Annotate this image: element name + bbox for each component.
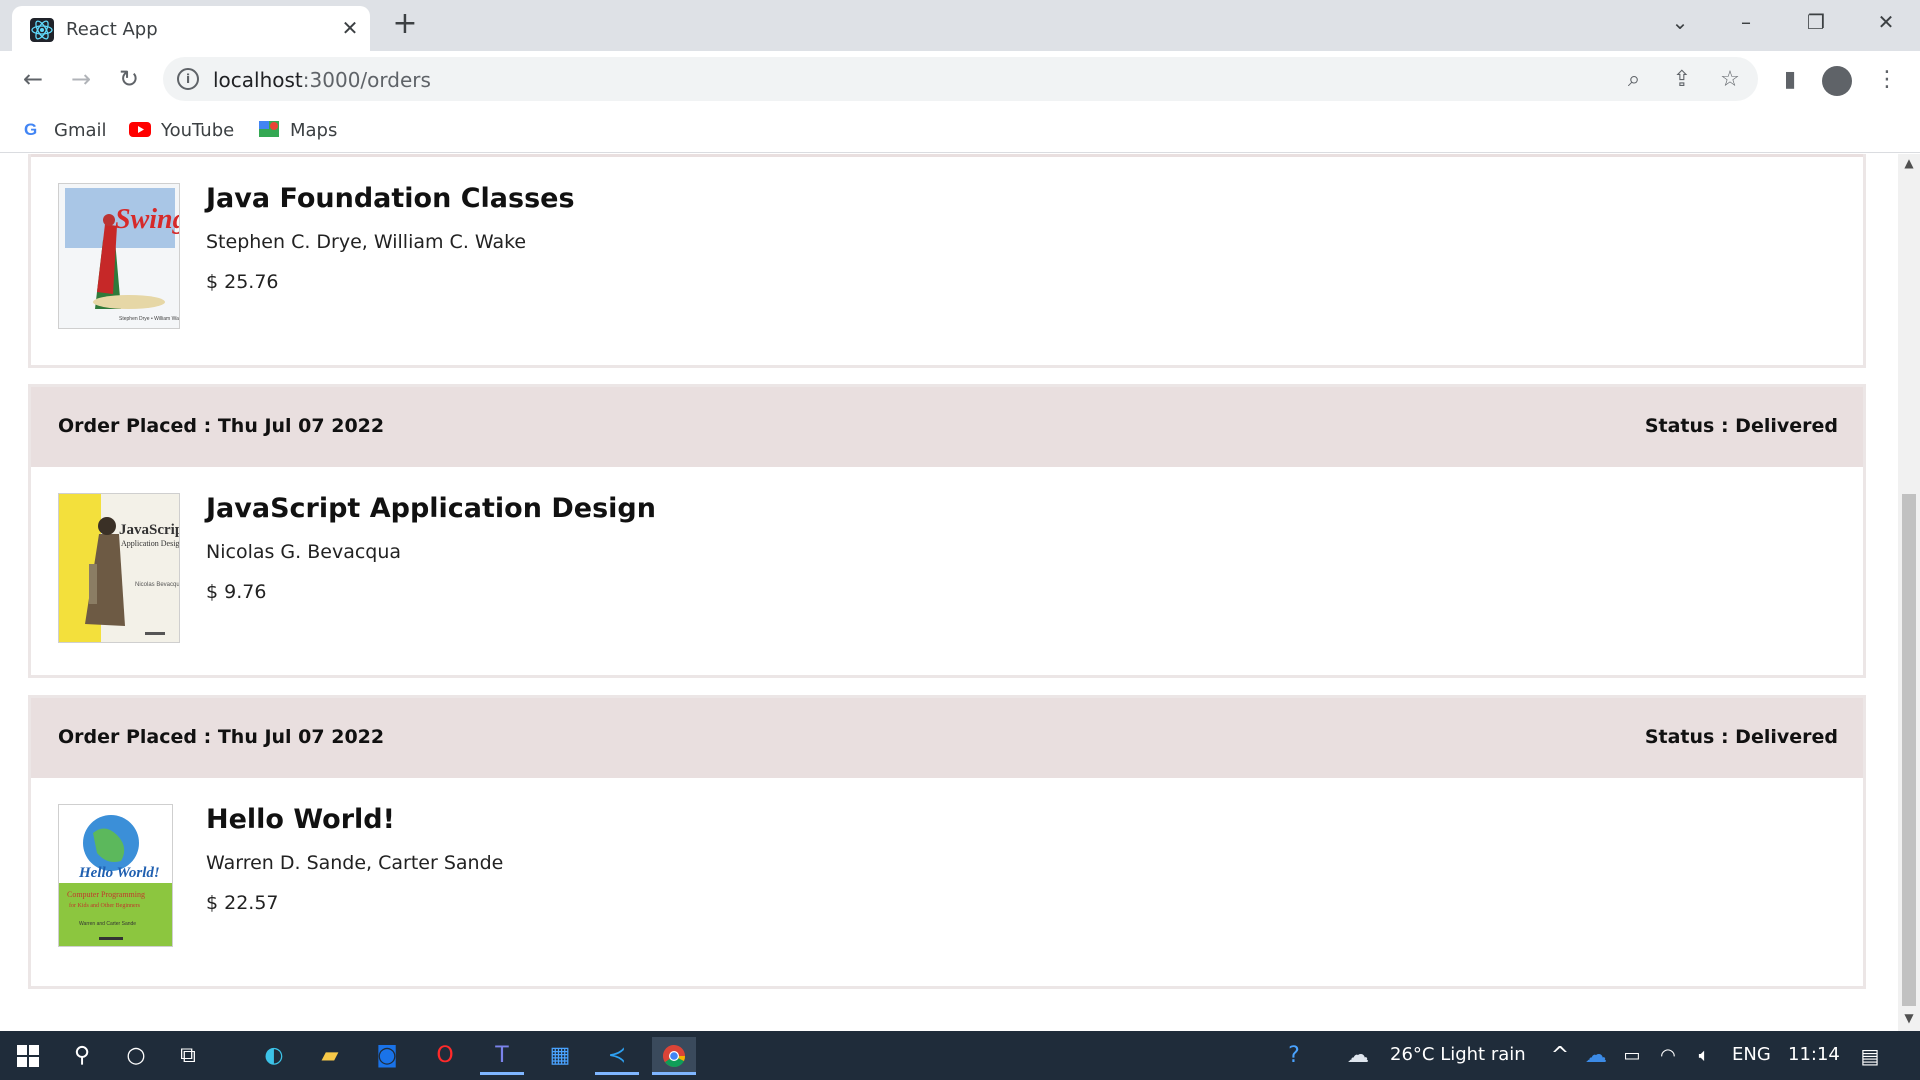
svg-text:Computer Programming: Computer Programming [67,890,145,899]
side-panel-icon[interactable]: ▮ [1773,63,1807,97]
book-cover[interactable]: Hello World! Computer Programming for Ki… [58,804,173,947]
outlook-icon[interactable]: ◙ [365,1037,409,1075]
share-icon[interactable]: ⇪ [1667,65,1697,95]
page-scrollbar[interactable]: ▲ ▼ [1898,154,1920,1031]
tab-strip: React App ✕ + ⌄ – ❐ ✕ [0,0,1920,51]
book-cover[interactable]: Swing Stephen Drye • William Wake [58,183,180,329]
reload-icon[interactable]: ↻ [112,62,146,96]
react-icon [30,18,54,42]
order-status: Status : Delivered [1644,726,1838,748]
url-text[interactable]: localhost:3000/orders [213,68,431,92]
bookmark-maps[interactable]: Maps [258,115,348,145]
order-card: Order Placed : Thu Jul 07 2022 Status : … [28,695,1866,989]
order-date: Order Placed : Thu Jul 07 2022 [58,726,385,748]
order-card: Order Placed : Thu Jul 07 2022 Status : … [28,384,1866,678]
book-cover[interactable]: JavaScript Application Design Nicolas Be… [58,493,180,643]
book-authors: Nicolas G. Bevacqua [206,541,402,563]
browser-toolbar: ← → ↻ i localhost:3000/orders ⌕ ⇪ ☆ ▮ ⋮ [0,51,1920,107]
order-header: Order Placed : Thu Jul 07 2022 Status : … [31,698,1863,778]
menu-dots-icon[interactable]: ⋮ [1870,63,1904,97]
order-date: Order Placed : Thu Jul 07 2022 [58,415,385,437]
help-icon[interactable]: ? [1272,1037,1316,1075]
youtube-icon [129,119,151,139]
order-header: Order Placed : Thu Jul 07 2022 Status : … [31,387,1863,467]
svg-text:Nicolas Bevacqua: Nicolas Bevacqua [135,582,180,588]
chrome-icon[interactable] [652,1037,696,1075]
scroll-down-arrow-icon[interactable]: ▼ [1898,1011,1920,1029]
window-close-icon[interactable]: ✕ [1866,4,1906,40]
svg-text:Application Design: Application Design [121,539,180,548]
minimize-icon[interactable]: – [1726,4,1766,40]
svg-text:Hello World!: Hello World! [78,865,160,881]
svg-text:Swing: Swing [115,204,180,235]
book-authors: Stephen C. Drye, William C. Wake [206,231,527,253]
plus-icon[interactable]: + [389,9,421,41]
file-explorer-icon[interactable]: ▰ [308,1037,352,1075]
zoom-icon[interactable]: ⌕ [1619,65,1649,95]
star-icon[interactable]: ☆ [1715,65,1745,95]
book-title: Java Foundation Classes [206,183,575,214]
forward-arrow-icon[interactable]: → [64,62,98,96]
book-authors: Warren D. Sande, Carter Sande [206,852,504,874]
scroll-up-arrow-icon[interactable]: ▲ [1898,156,1920,174]
scrollbar-thumb[interactable] [1902,494,1916,1006]
cortana-icon[interactable]: ○ [114,1037,158,1075]
close-icon[interactable]: ✕ [336,14,364,42]
page-viewport: Swing Stephen Drye • William Wake Java F… [0,154,1898,1031]
info-icon[interactable]: i [177,68,199,90]
svg-text:G: G [24,120,37,139]
bookmarks-bar: G Gmail YouTube Maps [0,107,1920,153]
svg-text:for Kids and Other Beginners: for Kids and Other Beginners [69,902,141,909]
chevron-down-icon[interactable]: ⌄ [1660,4,1700,40]
volume-icon[interactable]: 🔈︎ [1682,1037,1726,1075]
address-bar[interactable]: i localhost:3000/orders ⌕ ⇪ ☆ [163,57,1758,101]
bookmark-youtube[interactable]: YouTube [129,115,239,145]
teams-icon[interactable]: T [480,1037,524,1075]
book-title: JavaScript Application Design [206,493,656,524]
opera-icon[interactable]: O [423,1037,467,1075]
vscode-icon[interactable]: ≺ [595,1037,639,1075]
bookmark-gmail[interactable]: G Gmail [22,115,112,145]
store-app-icon[interactable]: ▦ [538,1037,582,1075]
weather-text[interactable]: 26°C Light rain [1390,1044,1526,1065]
svg-text:Stephen Drye • William Wake: Stephen Drye • William Wake [119,316,180,322]
cloud-rain-icon[interactable]: ☁ [1336,1037,1380,1075]
book-title: Hello World! [206,804,395,835]
language-indicator[interactable]: ENG [1732,1044,1771,1065]
back-arrow-icon[interactable]: ← [16,62,50,96]
order-status: Status : Delivered [1644,415,1838,437]
book-price: $ 25.76 [206,271,279,293]
google-icon: G [22,119,44,139]
svg-text:Warren and Carter Sande: Warren and Carter Sande [79,921,136,927]
windows-taskbar: ⚲ ○ ⧉ ◐ ▰ ◙ O T ▦ ≺ ? ☁ 26°C Light rain … [0,1031,1920,1080]
edge-icon[interactable]: ◐ [252,1037,296,1075]
tab-title: React App [66,19,158,40]
book-price: $ 9.76 [206,581,267,603]
book-price: $ 22.57 [206,892,279,914]
restore-icon[interactable]: ❐ [1796,4,1836,40]
search-icon[interactable]: ⚲ [60,1037,104,1075]
windows-start-icon[interactable] [6,1037,50,1075]
profile-avatar[interactable] [1822,66,1852,96]
notifications-icon[interactable]: ▤ [1848,1037,1892,1075]
task-view-icon[interactable]: ⧉ [166,1037,210,1075]
tab-react-app[interactable]: React App ✕ [12,6,370,51]
order-card: Swing Stephen Drye • William Wake Java F… [28,154,1866,368]
order-item: Hello World! Computer Programming for Ki… [31,778,1863,986]
order-item: JavaScript Application Design Nicolas Be… [31,467,1863,675]
svg-text:JavaScript: JavaScript [119,522,180,538]
maps-icon [258,119,280,139]
clock[interactable]: 11:14 [1788,1044,1840,1065]
order-item: Swing Stephen Drye • William Wake Java F… [31,157,1863,365]
